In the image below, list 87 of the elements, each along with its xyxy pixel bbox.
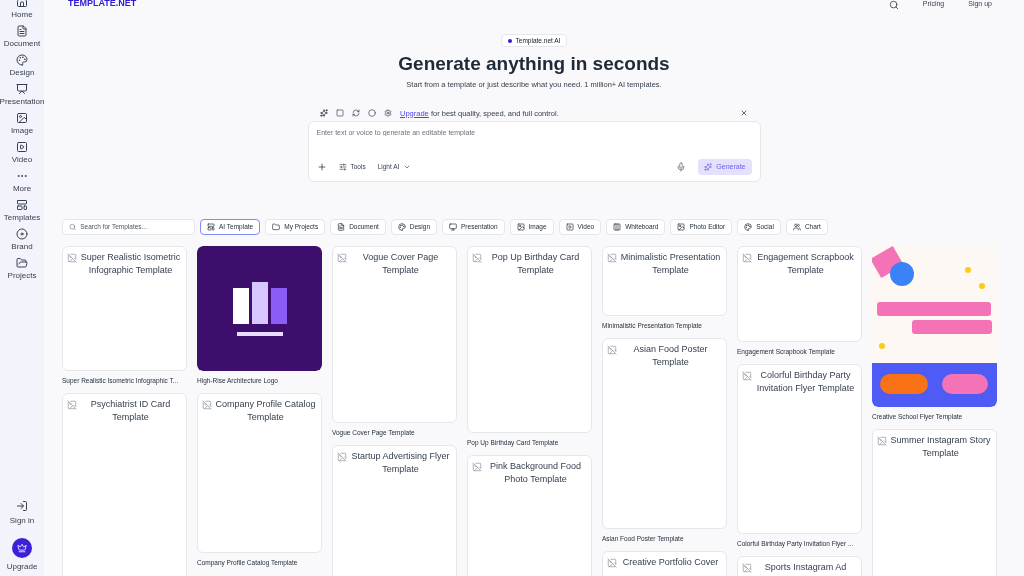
search-icon[interactable] xyxy=(888,0,899,10)
image-alt-text: Asian Food Poster Template xyxy=(632,343,709,370)
sparkle-icon xyxy=(704,163,713,172)
template-thumbnail[interactable]: Creative Portfolio Cover xyxy=(602,551,727,576)
close-icon[interactable] xyxy=(740,109,748,118)
template-thumbnail[interactable]: Colorful Birthday Party Invitation Flyer Template xyxy=(737,364,862,535)
sidebar-label[interactable]: Sign in xyxy=(9,516,35,526)
microphone-icon[interactable] xyxy=(676,162,687,173)
template-thumbnail[interactable]: Sports Instagram Ad xyxy=(737,556,862,576)
sign-in-icon[interactable] xyxy=(16,500,28,512)
broken-image-icon xyxy=(337,253,347,264)
sidebar-label[interactable]: Design xyxy=(9,68,35,78)
broken-image-icon xyxy=(67,400,77,411)
image-alt-text: Super Realistic Isometric Infographic Template xyxy=(79,251,182,278)
presentation-icon xyxy=(449,223,458,232)
refresh-icon[interactable] xyxy=(352,109,360,118)
add-icon[interactable] xyxy=(316,162,327,173)
document-icon[interactable] xyxy=(16,25,28,37)
palette-icon[interactable] xyxy=(16,54,28,66)
template-thumbnail[interactable]: Vogue Cover Page Template xyxy=(332,246,457,424)
video-icon[interactable] xyxy=(16,141,28,153)
square-icon[interactable] xyxy=(336,109,344,118)
image-alt-text: Creative Portfolio Cover xyxy=(621,556,720,570)
logo[interactable]: TEMPLATE.NET xyxy=(68,0,137,8)
image-alt-text: Pink Background Food Photo Template xyxy=(488,460,583,487)
broken-image-icon xyxy=(742,253,752,264)
broken-image-icon xyxy=(742,563,752,574)
video-icon xyxy=(565,223,574,232)
broken-image-icon xyxy=(607,558,617,569)
crown-icon xyxy=(17,543,27,553)
hero-title: Generate anything in seconds xyxy=(398,52,670,76)
template-thumbnail[interactable]: Psychiatrist ID Card Template xyxy=(62,393,187,576)
search-icon xyxy=(69,223,77,232)
image-alt-text: Summer Instagram Story Template xyxy=(889,434,992,461)
broken-image-icon xyxy=(67,253,77,264)
sidebar-label[interactable]: Templates xyxy=(3,213,41,223)
image-alt-text: Startup Advertising Flyer Template xyxy=(350,450,451,477)
photo-icon xyxy=(677,223,686,232)
sliders-icon xyxy=(338,163,347,172)
broken-image-icon xyxy=(202,400,212,411)
broken-image-icon xyxy=(607,253,617,264)
folder-icon[interactable] xyxy=(16,257,28,269)
folder-icon xyxy=(272,223,281,232)
image-alt-text: Colorful Birthday Party Invitation Flyer Template xyxy=(755,369,856,396)
sidebar-label[interactable]: Projects xyxy=(7,271,37,281)
template-thumbnail[interactable]: Startup Advertising Flyer Template xyxy=(332,445,457,576)
broken-image-icon xyxy=(607,345,617,356)
template-thumbnail[interactable]: Super Realistic Isometric Infographic Template xyxy=(62,246,187,372)
sidebar-label[interactable]: Presentation xyxy=(0,97,45,107)
broken-image-icon xyxy=(472,253,482,264)
image-icon xyxy=(516,223,525,232)
template-thumbnail[interactable]: Summer Instagram Story Template xyxy=(872,429,997,576)
document-icon xyxy=(337,223,346,232)
broken-image-icon xyxy=(337,452,347,463)
image-alt-text: Pop Up Birthday Card Template xyxy=(490,251,581,278)
image-alt-text: Sports Instagram Ad xyxy=(763,561,848,575)
template-thumbnail[interactable]: Company Profile Catalog Template xyxy=(197,393,322,554)
template-thumbnail[interactable]: Pop Up Birthday Card Template xyxy=(467,246,592,434)
broken-image-icon xyxy=(472,462,482,473)
settings-icon[interactable] xyxy=(384,109,392,118)
sidebar-label[interactable]: Image xyxy=(10,126,34,136)
image-alt-text: Minimalistic Presentation Template xyxy=(619,251,722,278)
sidebar-label[interactable]: More xyxy=(12,184,32,194)
image-icon[interactable] xyxy=(16,112,28,124)
image-alt-text: Vogue Cover Page Template xyxy=(361,251,440,278)
image-alt-text: Engagement Scrapbook Template xyxy=(756,251,855,278)
whiteboard-icon xyxy=(613,223,622,232)
sidebar-label[interactable]: Upgrade xyxy=(6,562,38,572)
palette-icon xyxy=(397,223,406,232)
sidebar-label[interactable]: Video xyxy=(11,155,33,165)
upgrade-button[interactable] xyxy=(12,538,32,558)
template-icon xyxy=(207,223,215,232)
sidebar-label[interactable]: Home xyxy=(11,10,33,20)
image-alt-text: Company Profile Catalog Template xyxy=(214,398,317,425)
presentation-icon[interactable] xyxy=(16,83,28,95)
broken-image-icon xyxy=(742,371,752,382)
image-alt-text: Psychiatrist ID Card Template xyxy=(89,398,172,425)
sidebar-label[interactable]: Brand xyxy=(11,242,33,252)
template-icon[interactable] xyxy=(16,199,28,211)
template-thumbnail[interactable]: Asian Food Poster Template xyxy=(602,338,727,530)
template-thumbnail[interactable]: Engagement Scrapbook Template xyxy=(737,246,862,343)
template-thumbnail[interactable]: Pink Background Food Photo Template xyxy=(467,455,592,576)
sidebar-label[interactable]: Document xyxy=(3,39,41,49)
template-thumbnail[interactable]: Minimalistic Presentation Template xyxy=(602,246,727,317)
circle-icon[interactable] xyxy=(368,109,376,118)
sparkle-icon[interactable] xyxy=(320,109,328,118)
broken-image-icon xyxy=(877,436,887,447)
